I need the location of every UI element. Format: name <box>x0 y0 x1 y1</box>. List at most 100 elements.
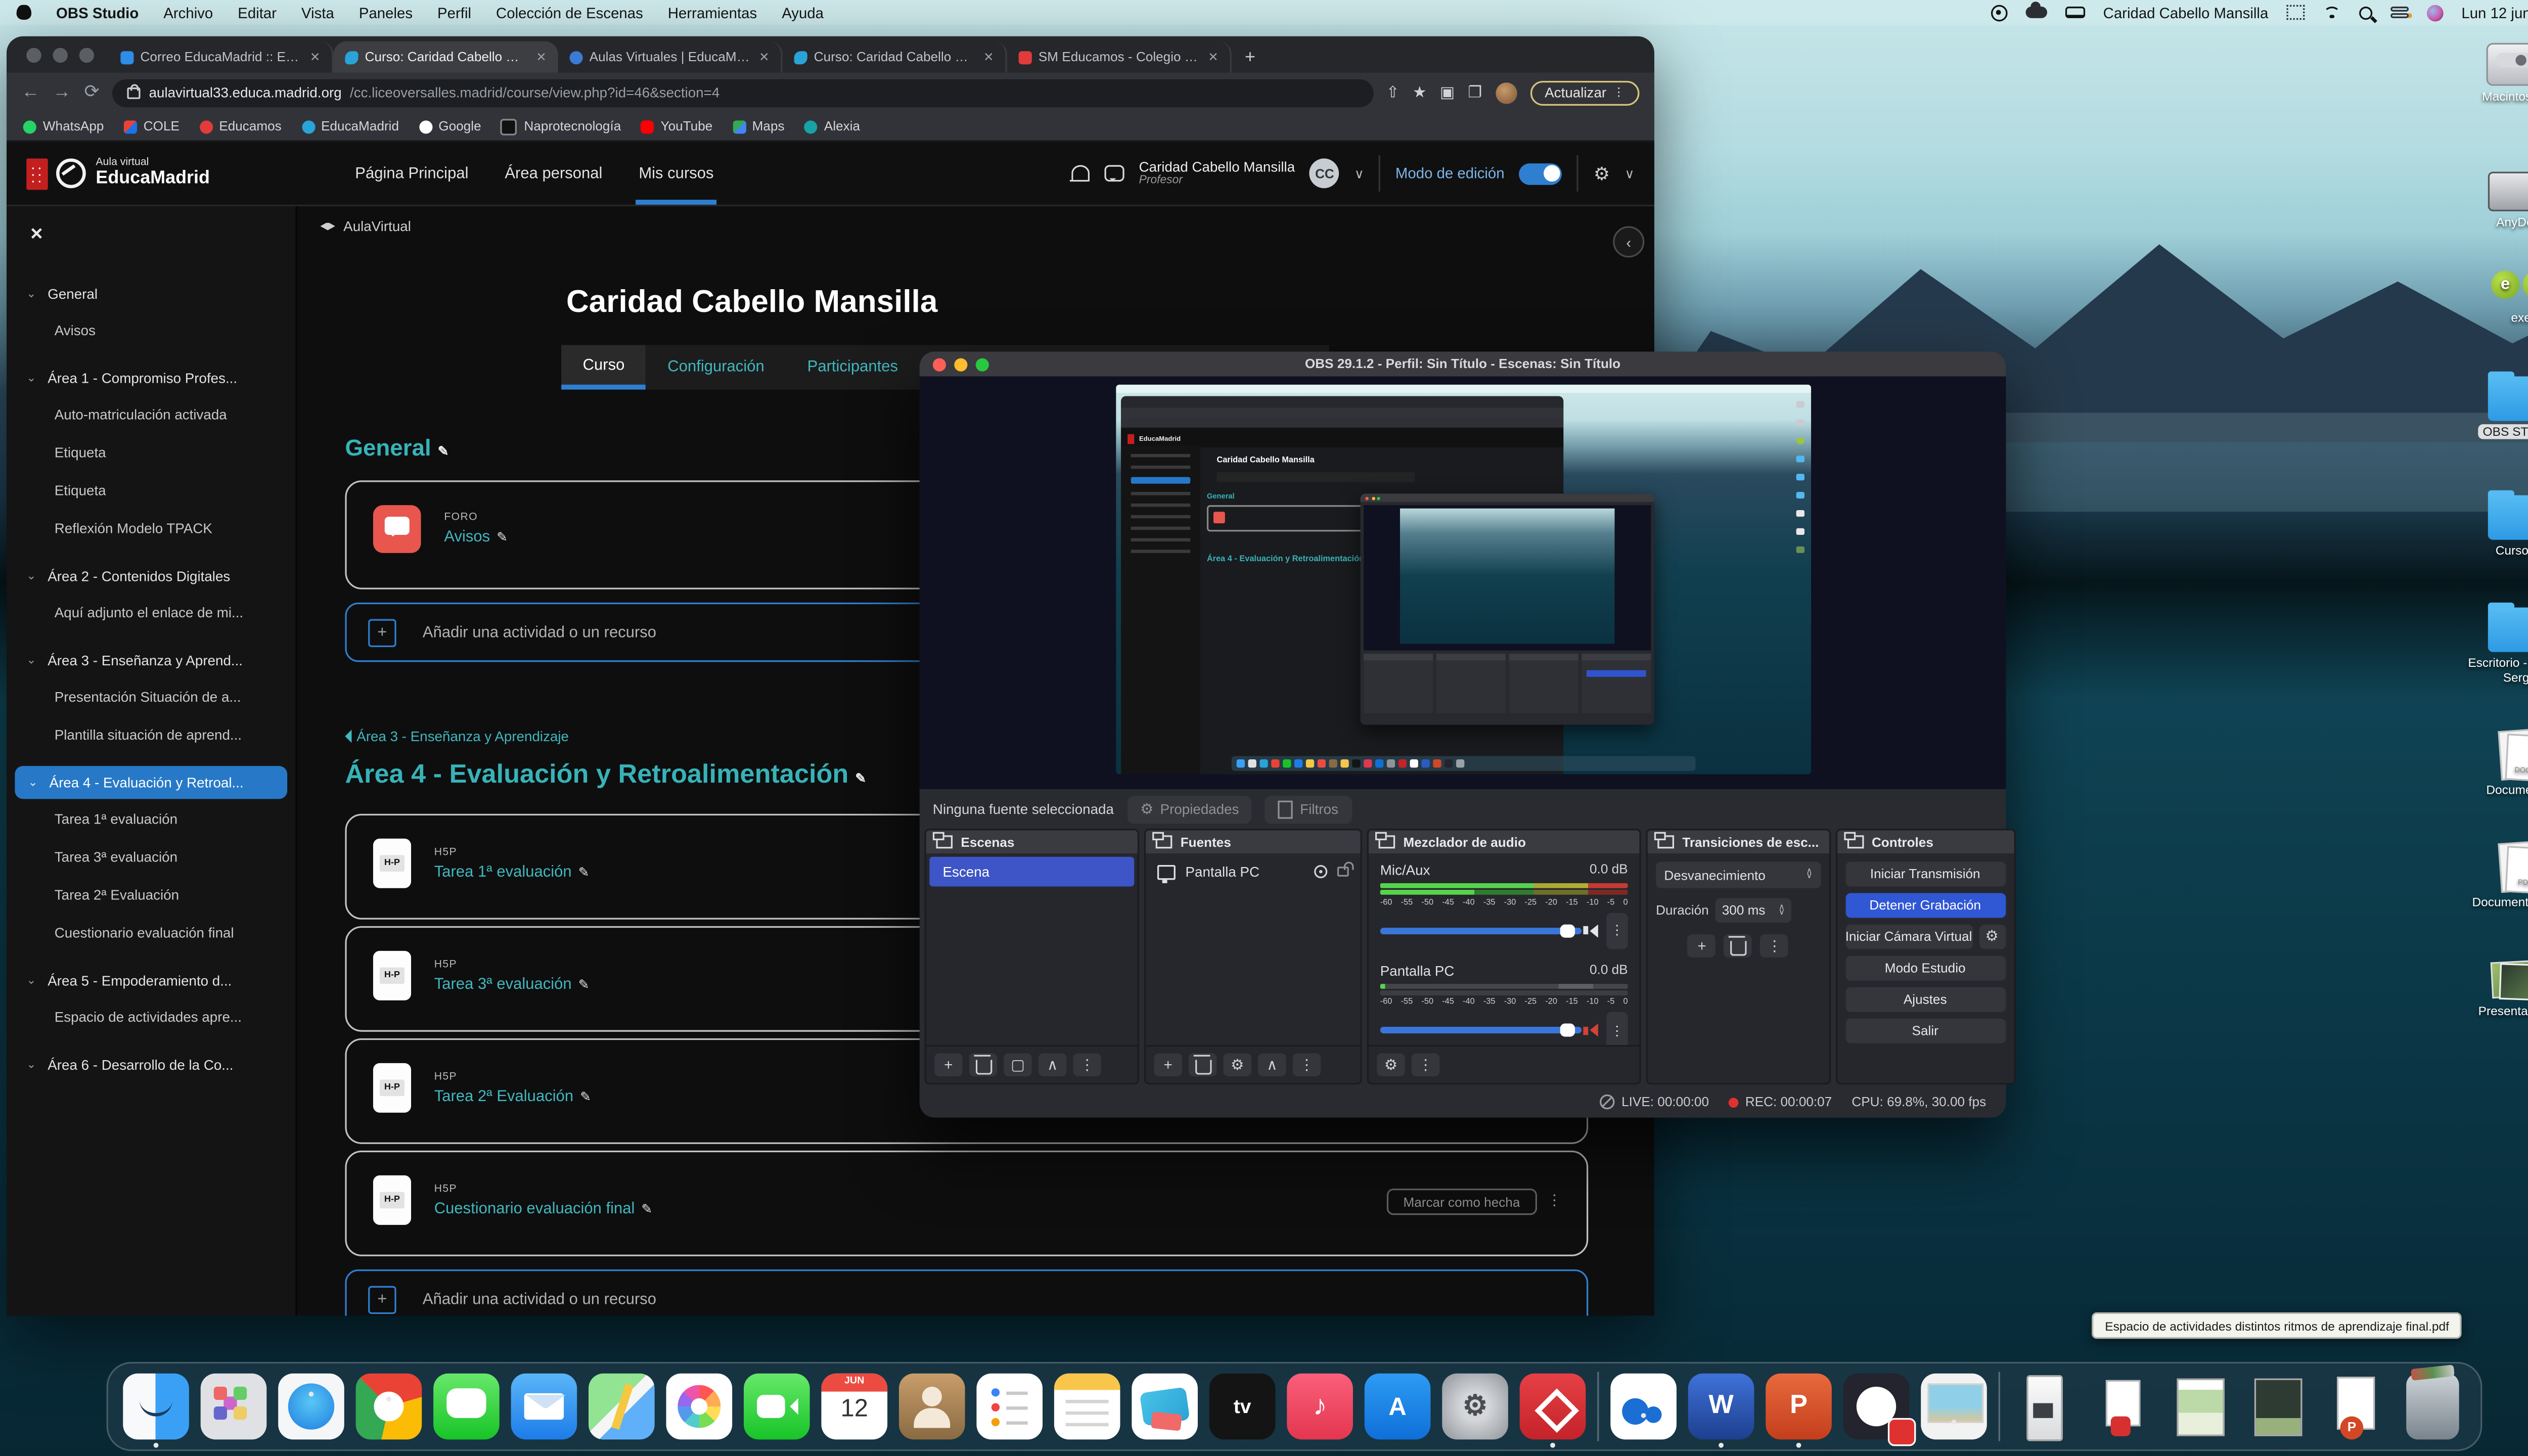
back-button[interactable]: ← <box>21 83 39 102</box>
sidebar-section-area1[interactable]: ⌄Área 1 - Compromiso Profes... <box>7 361 295 394</box>
menu-perfil[interactable]: Perfil <box>437 4 471 21</box>
module-link[interactable]: Tarea 2ª Evaluación <box>434 1087 573 1105</box>
dock-trash-icon[interactable] <box>2406 1374 2459 1440</box>
menu-archivo[interactable]: Archivo <box>163 4 213 21</box>
bookmark-star-icon[interactable]: ★ <box>1413 83 1427 102</box>
sidebar-section-area5[interactable]: ⌄Área 5 - Empoderamiento d... <box>7 964 295 997</box>
sidebar-section-area4-selected[interactable]: ⌄Área 4 - Evaluación y Retroal... <box>15 766 287 799</box>
control-center-icon[interactable] <box>2390 6 2409 19</box>
tab-curso[interactable]: Curso <box>561 345 646 389</box>
amphetamine-icon[interactable] <box>2065 7 2085 18</box>
sidebar-item[interactable]: Auto-matriculación activada <box>7 394 295 432</box>
dock-mail-icon[interactable] <box>511 1374 577 1440</box>
channel-options-button[interactable]: ⋮ <box>1606 912 1628 948</box>
virtual-camera-settings-button[interactable]: ⚙ <box>1978 925 2005 949</box>
close-tab-icon[interactable]: ✕ <box>536 50 547 64</box>
obs-status-icon[interactable] <box>1991 4 2008 21</box>
dock-messages-icon[interactable] <box>433 1374 500 1440</box>
sidebar-section-area6[interactable]: ⌄Área 6 - Desarrollo de la Co... <box>7 1048 295 1081</box>
tab-configuracion[interactable]: Configuración <box>646 345 786 389</box>
start-virtual-camera-button[interactable]: Iniciar Cámara Virtual <box>1845 925 1972 949</box>
mixer-more-button[interactable]: ⋮ <box>1412 1053 1440 1076</box>
menubar-username[interactable]: Caridad Cabello Mansilla <box>2103 4 2269 21</box>
dock-display-preview-icon[interactable] <box>1921 1374 1987 1440</box>
desktop-icon-exe[interactable]: exe <box>2466 264 2528 326</box>
dock-powerpoint-icon[interactable]: P <box>1766 1374 1832 1440</box>
extensions-icon[interactable]: ▣ <box>1440 83 1455 102</box>
collapse-panel-button[interactable]: ‹ <box>1613 226 1644 257</box>
sidebar-item[interactable]: Reflexión Modelo TPACK <box>7 509 295 547</box>
notifications-bell-icon[interactable] <box>1071 165 1090 182</box>
update-chrome-button[interactable]: Actualizar⋮ <box>1530 80 1640 105</box>
dock-powerpoint-file[interactable]: P <box>2322 1374 2388 1440</box>
edit-pencil-icon[interactable]: ✎ <box>641 1201 652 1216</box>
desktop-icon-documentos[interactable]: Documentos <box>2466 730 2528 798</box>
bookmark-educamadrid[interactable]: EducaMadrid <box>301 119 399 133</box>
remove-scene-button[interactable] <box>969 1053 998 1076</box>
sidebar-item[interactable]: Etiqueta <box>7 471 295 509</box>
reading-list-icon[interactable]: ❐ <box>1468 83 1482 102</box>
dock-notes-icon[interactable] <box>1054 1374 1120 1440</box>
forum-link[interactable]: Avisos <box>444 528 490 547</box>
reload-button[interactable]: ⟳ <box>84 83 100 102</box>
settings-chevron-icon[interactable]: ∨ <box>1625 166 1635 180</box>
dock-finder-icon[interactable] <box>123 1374 189 1440</box>
edit-mode-toggle[interactable] <box>1519 163 1562 184</box>
menu-app-name[interactable]: OBS Studio <box>56 4 139 21</box>
sidebar-item[interactable]: Plantilla situación de aprend... <box>7 715 295 753</box>
new-tab-button[interactable]: + <box>1245 48 1255 73</box>
onedrive-status-icon[interactable] <box>2025 7 2047 18</box>
sidebar-item[interactable]: Tarea 2ª Evaluación <box>7 875 295 913</box>
sidebar-item[interactable]: Aquí adjunto el enlace de mi... <box>7 593 295 630</box>
close-tab-icon[interactable]: ✕ <box>759 50 770 64</box>
desktop-icon-curso-a2-folder[interactable]: Curso A2 <box>2466 495 2528 559</box>
dock-system-settings-icon[interactable]: ⚙ <box>1442 1374 1508 1440</box>
source-visibility-icon[interactable] <box>1314 865 1327 878</box>
bookmark-maps[interactable]: Maps <box>732 119 784 133</box>
tab-curso-active[interactable]: Curso: Caridad Cabello Mansil✕ <box>334 41 558 73</box>
remove-source-button[interactable] <box>1189 1053 1217 1076</box>
stop-recording-button[interactable]: Detener Grabación <box>1845 893 2005 918</box>
close-tab-icon[interactable]: ✕ <box>1208 50 1218 64</box>
remove-transition-button[interactable] <box>1724 934 1752 958</box>
nav-pagina-principal[interactable]: Página Principal <box>355 164 468 183</box>
menu-editar[interactable]: Editar <box>238 4 277 21</box>
scenes-more-button[interactable]: ⋮ <box>1073 1053 1101 1076</box>
properties-button[interactable]: ⚙Propiedades <box>1127 795 1252 823</box>
minimize-window-button[interactable] <box>53 48 67 63</box>
dock-word-icon[interactable]: W <box>1688 1374 1754 1440</box>
edit-pencil-icon[interactable]: ✎ <box>496 530 508 544</box>
sidebar-item[interactable]: Tarea 1ª evaluación <box>7 799 295 837</box>
source-properties-button[interactable]: ⚙ <box>1224 1053 1252 1076</box>
edit-pencil-icon[interactable]: ✎ <box>438 444 449 459</box>
bookmark-youtube[interactable]: YouTube <box>641 119 712 133</box>
tab-sm-educamos[interactable]: SM Educamos - Colegio Liceo✕ <box>1007 41 1232 73</box>
scene-filters-button[interactable]: ▢ <box>1004 1053 1032 1076</box>
studio-mode-button[interactable]: Modo Estudio <box>1845 956 2005 981</box>
sidebar-item[interactable]: Espacio de actividades apre... <box>7 997 295 1035</box>
dock-calendar-icon[interactable]: JUN12 <box>821 1374 887 1440</box>
transition-more-button[interactable]: ⋮ <box>1760 934 1789 958</box>
menu-coleccion[interactable]: Colección de Escenas <box>496 4 643 21</box>
desktop-icon-documentos-pdf[interactable]: Documentos PDF <box>2466 842 2528 911</box>
sidebar-item[interactable]: Tarea 3ª evaluación <box>7 837 295 875</box>
obs-title-bar[interactable]: OBS 29.1.2 - Perfil: Sin Título - Escena… <box>920 352 2006 377</box>
screen-mirroring-icon[interactable] <box>2286 5 2305 20</box>
messages-chat-icon[interactable] <box>1104 165 1124 182</box>
zoom-window-button[interactable] <box>79 48 94 63</box>
duration-spinner[interactable]: 300 ms∧∨ <box>1716 898 1791 923</box>
dock-safari-icon[interactable] <box>278 1374 344 1440</box>
tab-correo[interactable]: Correo EducaMadrid :: Entrada✕ <box>109 41 334 73</box>
exit-button[interactable]: Salir <box>1845 1019 2005 1043</box>
add-transition-button[interactable]: + <box>1688 934 1716 958</box>
edit-pencil-icon[interactable]: ✎ <box>578 976 590 991</box>
sidebar-section-area2[interactable]: ⌄Área 2 - Contenidos Digitales <box>7 560 295 593</box>
module-kebab-menu[interactable]: ⋮ <box>1547 1192 1562 1210</box>
profile-avatar[interactable] <box>1495 82 1516 103</box>
bookmark-alexia[interactable]: Alexia <box>804 119 860 133</box>
speaker-icon[interactable] <box>1590 924 1598 937</box>
dock-photos-icon[interactable] <box>666 1374 733 1440</box>
bookmark-whatsapp[interactable]: WhatsApp <box>23 119 104 133</box>
user-avatar[interactable]: CC <box>1310 158 1340 188</box>
tab-participantes[interactable]: Participantes <box>786 345 919 389</box>
